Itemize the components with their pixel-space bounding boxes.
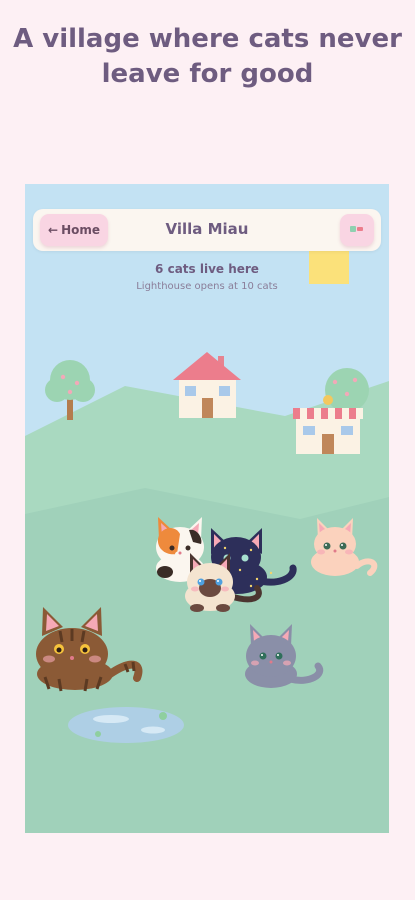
page-headline: A village where cats never leave for goo… xyxy=(13,24,402,89)
top-bar: ← Home Villa Miau xyxy=(33,209,381,251)
milestone-text: Lighthouse opens at 10 cats xyxy=(136,281,278,292)
cat-count: 6 cats live here xyxy=(155,262,259,276)
cards-menu-icon xyxy=(350,226,363,232)
village-title: Villa Miau xyxy=(165,220,249,238)
menu-button[interactable] xyxy=(340,214,374,246)
app-screen: ← Home Villa Miau 6 cats live here Light… xyxy=(25,184,389,833)
house xyxy=(173,352,241,418)
pond xyxy=(68,707,184,743)
